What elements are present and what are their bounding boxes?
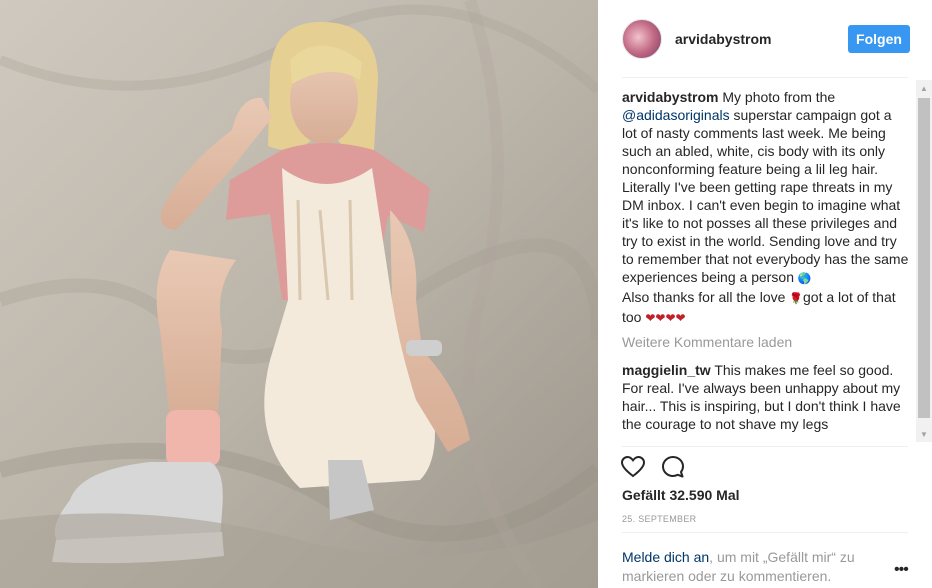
header-divider — [622, 77, 908, 78]
caption-text-part3: Also thanks for all the love — [622, 289, 790, 305]
hearts-emoji: ❤❤❤❤ — [645, 311, 686, 325]
more-options-icon[interactable]: ••• — [894, 562, 910, 578]
photo-illustration — [0, 0, 598, 588]
globe-emoji: 🌎 — [797, 273, 812, 285]
post-photo[interactable] — [0, 0, 598, 588]
comments-list[interactable]: arvidabystrom My photo from the @adidaso… — [622, 88, 910, 440]
comment-item: maggielin_tw This makes me feel so good.… — [622, 361, 910, 433]
caption-mention-link[interactable]: @adidasoriginals — [622, 107, 730, 123]
post-date[interactable]: 25. SEPTEMBER — [622, 514, 696, 524]
login-prompt: Melde dich an, um mit „Gefällt mir“ zu m… — [622, 548, 892, 586]
avatar[interactable] — [622, 19, 662, 59]
heart-icon[interactable] — [620, 454, 646, 480]
comment-author[interactable]: maggielin_tw — [622, 362, 711, 378]
action-bar — [620, 453, 686, 481]
comments-divider — [622, 446, 908, 447]
rose-emoji: 🌹 — [789, 293, 804, 305]
post-header: arvidabystrom Folgen — [622, 16, 910, 62]
footer-divider — [622, 532, 908, 533]
caption-author[interactable]: arvidabystrom — [622, 89, 718, 105]
caption-text-part1: My photo from the — [718, 89, 836, 105]
scroll-thumb[interactable] — [918, 98, 930, 418]
post-side-panel: arvidabystrom Folgen arvidabystrom My ph… — [598, 0, 932, 588]
caption-text-part2: superstar campaign got a lot of nasty co… — [622, 107, 909, 285]
comment-icon[interactable] — [660, 454, 686, 480]
likes-count[interactable]: Gefällt 32.590 Mal — [622, 487, 740, 503]
comments-scrollbar[interactable]: ▲ ▼ — [916, 80, 932, 442]
load-more-comments-button[interactable]: Weitere Kommentare laden — [622, 333, 910, 351]
caption: arvidabystrom My photo from the @adidaso… — [622, 88, 910, 327]
follow-button[interactable]: Folgen — [848, 25, 910, 53]
author-username[interactable]: arvidabystrom — [675, 31, 848, 47]
login-link[interactable]: Melde dich an — [622, 549, 709, 565]
scroll-down-arrow[interactable]: ▼ — [916, 426, 932, 442]
scroll-up-arrow[interactable]: ▲ — [916, 80, 932, 96]
